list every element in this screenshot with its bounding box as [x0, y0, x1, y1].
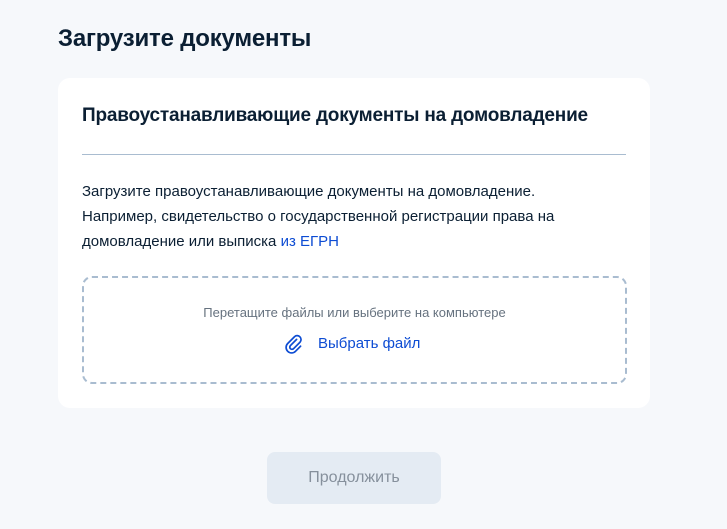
description-line-3: домовладение или выписка	[82, 233, 281, 250]
upload-card: Правоустанавливающие документы на домовл…	[58, 78, 650, 408]
divider	[82, 154, 626, 155]
description-line-2: Например, свидетельство о государственно…	[82, 208, 555, 225]
page-title: Загрузите документы	[58, 25, 312, 52]
card-description: Загрузите правоустанавливающие документы…	[82, 179, 630, 254]
description-line-1: Загрузите правоустанавливающие документы…	[82, 183, 536, 200]
file-dropzone[interactable]: Перетащите файлы или выберите на компьют…	[82, 276, 627, 384]
dropzone-hint: Перетащите файлы или выберите на компьют…	[203, 305, 506, 320]
egrn-link[interactable]: из ЕГРН	[281, 233, 339, 250]
paperclip-icon	[284, 334, 304, 354]
continue-button[interactable]: Продолжить	[267, 452, 441, 504]
card-title: Правоустанавливающие документы на домовл…	[82, 105, 588, 126]
choose-file-button[interactable]: Выбрать файл	[284, 334, 420, 354]
choose-file-label: Выбрать файл	[318, 335, 421, 352]
